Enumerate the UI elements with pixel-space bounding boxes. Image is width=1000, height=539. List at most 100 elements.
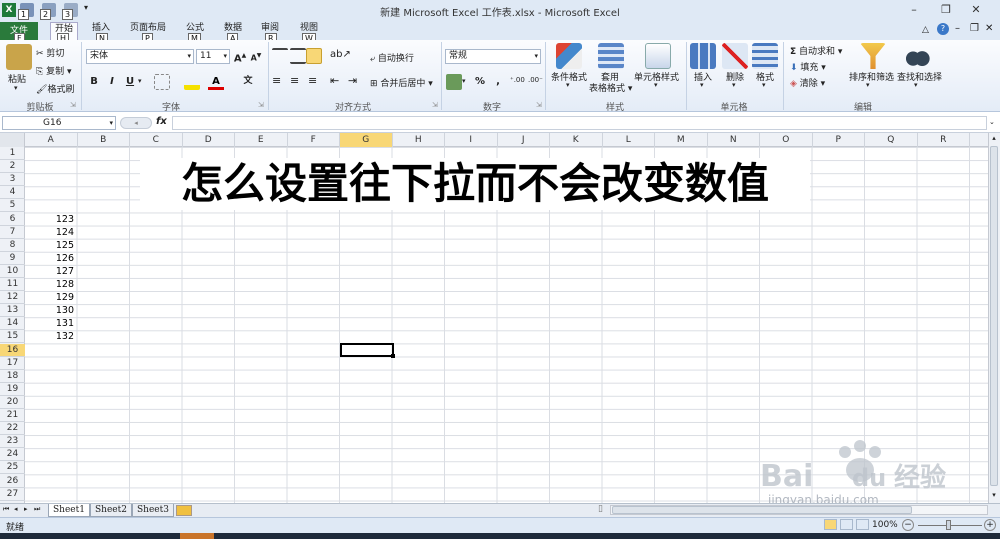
- delete-cells-icon[interactable]: [722, 43, 748, 69]
- zoom-out-icon[interactable]: −: [902, 519, 914, 531]
- increase-decimal-icon[interactable]: ⁺.00: [510, 76, 525, 84]
- format-table-button[interactable]: 表格格式 ▾: [589, 81, 632, 94]
- row-header[interactable]: 20: [0, 396, 25, 409]
- row-header-selected[interactable]: 16: [0, 343, 25, 357]
- scroll-down-icon[interactable]: ▾: [989, 491, 999, 501]
- font-launcher-icon[interactable]: ⇲: [258, 101, 264, 109]
- active-cell-g16[interactable]: [340, 343, 394, 357]
- cell-a10[interactable]: 127: [26, 265, 76, 278]
- align-right-icon[interactable]: ≡: [308, 74, 317, 87]
- row-header[interactable]: 5: [0, 199, 25, 213]
- doc-restore-icon[interactable]: ❐: [970, 23, 979, 34]
- conditional-dropdown-icon[interactable]: ▾: [566, 81, 570, 89]
- column-header-m[interactable]: M: [655, 133, 708, 147]
- cell-a6[interactable]: 123: [26, 213, 76, 226]
- paste-dropdown-icon[interactable]: ▾: [14, 84, 18, 92]
- last-sheet-icon[interactable]: ⏭: [34, 505, 40, 514]
- column-header-a[interactable]: A: [25, 133, 78, 147]
- cell-a12[interactable]: 129: [26, 291, 76, 304]
- decrease-indent-icon[interactable]: ⇤: [330, 74, 339, 87]
- help-icon[interactable]: ?: [937, 23, 949, 35]
- row-header[interactable]: 17: [0, 357, 25, 370]
- cell-styles-icon[interactable]: [645, 43, 671, 69]
- row-header[interactable]: 19: [0, 383, 25, 396]
- sheet-tab-2[interactable]: Sheet2: [90, 504, 132, 517]
- cut-button[interactable]: ✂ 剪切: [36, 46, 64, 59]
- font-size-combo[interactable]: 11 ▾: [196, 49, 230, 64]
- find-binoculars-icon[interactable]: [904, 43, 930, 69]
- underline-dropdown-icon[interactable]: ▾: [138, 77, 142, 85]
- decrease-decimal-icon[interactable]: .00⁻: [528, 76, 543, 84]
- conditional-format-icon[interactable]: [556, 43, 582, 69]
- row-header[interactable]: 15: [0, 330, 25, 344]
- zoom-level[interactable]: 100%: [872, 520, 898, 530]
- restore-icon[interactable]: ❐: [932, 2, 960, 18]
- minimize-icon[interactable]: –: [900, 2, 928, 18]
- column-header-o[interactable]: O: [760, 133, 813, 147]
- format-painter-button[interactable]: 🖌格式刷: [36, 82, 74, 95]
- find-dropdown-icon[interactable]: ▾: [914, 81, 918, 89]
- row-header[interactable]: 12: [0, 291, 25, 305]
- phonetic-button[interactable]: 文: [240, 73, 256, 89]
- underline-button[interactable]: U: [122, 74, 138, 90]
- increase-indent-icon[interactable]: ⇥: [348, 74, 357, 87]
- cell-a7[interactable]: 124: [26, 226, 76, 239]
- align-center-icon[interactable]: ≡: [290, 74, 299, 87]
- cell-a9[interactable]: 126: [26, 252, 76, 265]
- italic-button[interactable]: I: [104, 74, 120, 90]
- format-dropdown-icon[interactable]: ▾: [762, 81, 766, 89]
- row-header[interactable]: 4: [0, 186, 25, 200]
- column-header-n[interactable]: N: [708, 133, 760, 147]
- column-header-b[interactable]: B: [78, 133, 130, 147]
- row-header[interactable]: 22: [0, 422, 25, 436]
- zoom-slider-thumb[interactable]: [946, 520, 951, 530]
- horizontal-scroll-thumb[interactable]: [612, 506, 912, 514]
- column-header-g[interactable]: G: [340, 133, 393, 147]
- cell-a14[interactable]: 131: [26, 317, 76, 330]
- formula-splitter-handle[interactable]: ◂: [120, 117, 152, 129]
- bold-button[interactable]: B: [86, 74, 102, 90]
- cell-a8[interactable]: 125: [26, 239, 76, 252]
- insert-function-button[interactable]: fx: [156, 116, 167, 127]
- wrap-text-button[interactable]: ⤶ 自动换行: [370, 51, 414, 64]
- font-color-icon[interactable]: A: [208, 74, 224, 90]
- column-header-k[interactable]: K: [550, 133, 603, 147]
- formula-expand-icon[interactable]: ⌄: [989, 118, 995, 126]
- merge-center-button[interactable]: ⊞ 合并后居中 ▾: [370, 76, 433, 89]
- accounting-format-icon[interactable]: [446, 74, 462, 90]
- cell-a15[interactable]: 132: [26, 330, 76, 343]
- format-table-icon[interactable]: [598, 43, 624, 69]
- scroll-up-icon[interactable]: ▴: [989, 134, 999, 144]
- shrink-font-button[interactable]: A▼: [248, 48, 264, 64]
- sheet-tab-1[interactable]: Sheet1: [48, 504, 90, 517]
- row-header[interactable]: 25: [0, 461, 25, 475]
- zoom-in-icon[interactable]: +: [984, 519, 996, 531]
- comma-button[interactable]: ,: [490, 74, 506, 90]
- row-header[interactable]: 1: [0, 147, 25, 161]
- column-header-r[interactable]: R: [918, 133, 970, 147]
- row-header[interactable]: 18: [0, 370, 25, 383]
- delete-dropdown-icon[interactable]: ▾: [732, 81, 736, 89]
- border-icon[interactable]: [154, 74, 170, 90]
- close-icon[interactable]: ✕: [962, 2, 990, 18]
- row-header[interactable]: 26: [0, 475, 25, 488]
- column-header-j[interactable]: J: [498, 133, 550, 147]
- row-header[interactable]: 3: [0, 173, 25, 187]
- doc-minimize-icon[interactable]: –: [955, 23, 960, 34]
- row-header[interactable]: 24: [0, 448, 25, 462]
- autosum-button[interactable]: Σ 自动求和 ▾: [790, 44, 842, 57]
- insert-cells-icon[interactable]: [690, 43, 716, 69]
- clear-button[interactable]: ◈ 清除 ▾: [790, 76, 825, 89]
- align-top-icon[interactable]: [272, 48, 288, 64]
- row-header[interactable]: 8: [0, 239, 25, 252]
- normal-view-icon[interactable]: [824, 519, 837, 530]
- taskbar-app-button[interactable]: [180, 533, 214, 539]
- fill-handle[interactable]: [391, 354, 395, 358]
- font-name-combo[interactable]: 宋体 ▾: [86, 49, 194, 64]
- merged-title-cell[interactable]: 怎么设置往下拉而不会改变数值: [140, 158, 810, 210]
- tab-split-handle[interactable]: ▯: [598, 504, 603, 514]
- page-layout-view-icon[interactable]: [840, 519, 853, 530]
- sort-filter-button[interactable]: 排序和筛选: [849, 70, 894, 83]
- column-header-l[interactable]: L: [603, 133, 655, 147]
- paste-icon[interactable]: [6, 44, 32, 70]
